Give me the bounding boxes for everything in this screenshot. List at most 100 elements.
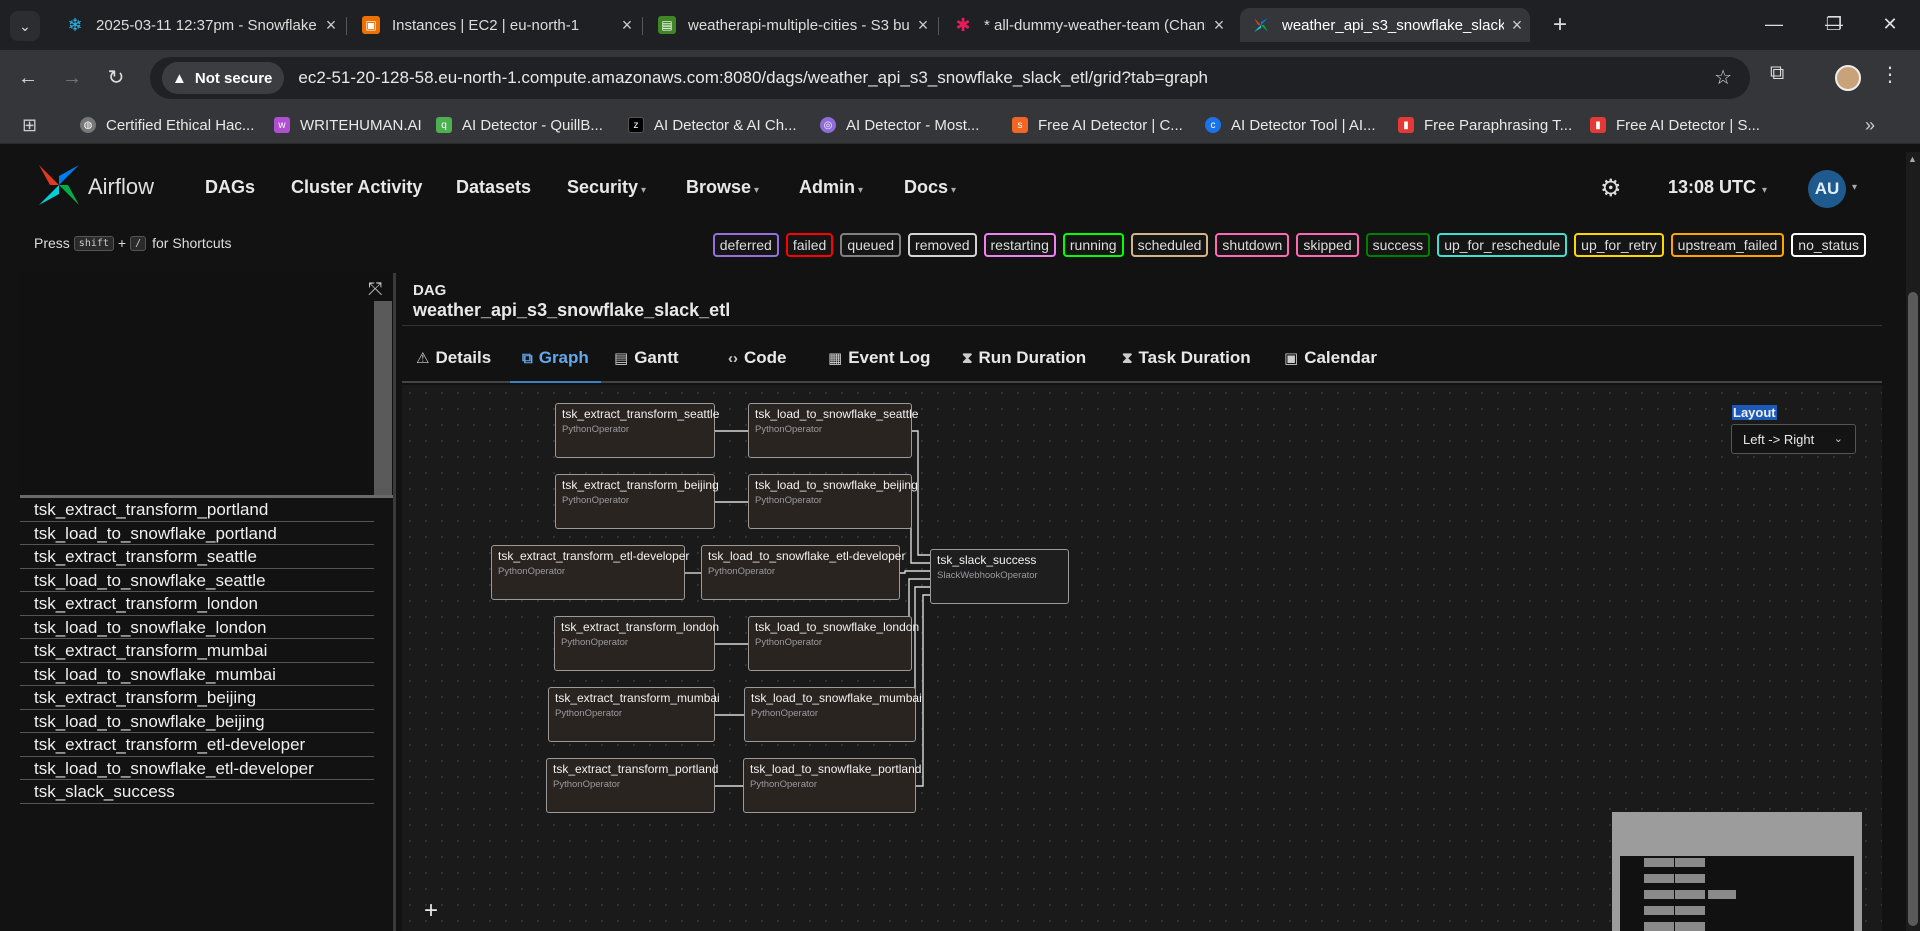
task-row[interactable]: tsk_load_to_snowflake_mumbai <box>20 663 374 686</box>
browser-tab-snowflake[interactable]: ❄ 2025-03-11 12:37pm - Snowflake × <box>54 8 344 42</box>
state-badge-failed[interactable]: failed <box>785 233 834 257</box>
task-row[interactable]: tsk_load_to_snowflake_seattle <box>20 569 374 592</box>
dag-node[interactable]: tsk_extract_transform_mumbai PythonOperat… <box>548 687 720 742</box>
zoom-in-button[interactable]: + <box>424 897 438 925</box>
tab-task-duration[interactable]: ⧗ Task Duration <box>1110 335 1263 381</box>
dag-node[interactable]: tsk_extract_transform_seattle PythonOpera… <box>555 403 719 458</box>
browser-tab-ec2[interactable]: ▣ Instances | EC2 | eu-north-1 × <box>350 8 640 42</box>
state-badge-queued[interactable]: queued <box>840 233 902 257</box>
nav-admin[interactable]: Admin ▾ <box>799 177 863 198</box>
gear-icon[interactable]: ⚙ <box>1600 174 1622 203</box>
bookmark-item[interactable]: ▮ Free Paraphrasing T... <box>1398 114 1572 136</box>
dag-node[interactable]: tsk_extract_transform_portland PythonOper… <box>546 758 718 813</box>
nav-cluster-activity[interactable]: Cluster Activity <box>291 177 422 198</box>
close-icon[interactable]: × <box>1206 15 1232 36</box>
bookmark-item[interactable]: s Free AI Detector | C... <box>1012 114 1183 136</box>
site-info-button[interactable]: ▲ Not secure <box>162 62 285 94</box>
task-row[interactable]: tsk_extract_transform_portland <box>20 498 374 522</box>
state-badge-deferred[interactable]: deferred <box>712 233 779 257</box>
kebab-menu-icon[interactable]: ⋮ <box>1880 62 1900 87</box>
nav-security[interactable]: Security ▾ <box>567 177 646 198</box>
window-restore-button[interactable]: ❐ <box>1814 8 1854 40</box>
grid-area[interactable] <box>20 273 394 495</box>
state-badge-skipped[interactable]: skipped <box>1296 233 1359 257</box>
state-badge-success[interactable]: success <box>1365 233 1431 257</box>
bookmark-item[interactable]: z AI Detector & AI Ch... <box>628 114 797 136</box>
bookmark-item[interactable]: w WRITEHUMAN.AI <box>274 114 422 136</box>
state-badge-removed[interactable]: removed <box>908 233 977 257</box>
state-badge-up-for-reschedule[interactable]: up_for_reschedule <box>1437 233 1568 257</box>
browser-tab-airflow[interactable]: weather_api_s3_snowflake_slack_etl × <box>1240 8 1530 42</box>
bookmark-star-icon[interactable]: ☆ <box>1714 65 1732 90</box>
more-bookmarks-icon[interactable]: » <box>1865 114 1875 136</box>
nav-dags[interactable]: DAGs <box>205 177 255 198</box>
collapse-icon[interactable]: ⤧ <box>368 279 382 300</box>
window-minimize-button[interactable]: — <box>1754 8 1794 40</box>
apps-grid-icon[interactable]: ⊞ <box>22 114 37 136</box>
dag-node[interactable]: tsk_extract_transform_beijing PythonOpera… <box>555 474 719 529</box>
close-icon[interactable]: × <box>1504 15 1530 36</box>
dag-node[interactable]: tsk_extract_transform_london PythonOperat… <box>554 616 719 671</box>
airflow-logo[interactable] <box>36 162 82 208</box>
bookmark-item[interactable]: c AI Detector Tool | AI... <box>1205 114 1376 136</box>
page-scrollbar[interactable]: ▲ <box>1906 152 1920 931</box>
tab-calendar[interactable]: ▣ Calendar <box>1272 335 1389 381</box>
layout-select[interactable]: Left -> Right ⌄ <box>1731 424 1856 454</box>
task-row[interactable]: tsk_extract_transform_beijing <box>20 686 374 710</box>
scroll-up-icon[interactable]: ▲ <box>1908 154 1917 164</box>
user-avatar[interactable]: AU <box>1808 170 1846 208</box>
dag-node[interactable]: tsk_load_to_snowflake_portland PythonOper… <box>743 758 921 813</box>
tab-run-duration[interactable]: ⧗ Run Duration <box>950 335 1098 381</box>
close-icon[interactable]: × <box>318 15 344 36</box>
state-badge-scheduled[interactable]: scheduled <box>1130 233 1209 257</box>
state-badge-restarting[interactable]: restarting <box>983 233 1056 257</box>
bookmark-item[interactable]: ◎ AI Detector - Most... <box>820 114 979 136</box>
timezone-clock[interactable]: 13:08 UTC ▾ <box>1668 177 1767 198</box>
close-icon[interactable]: × <box>614 15 640 36</box>
tab-details[interactable]: ⚠ Details <box>404 335 503 381</box>
new-tab-button[interactable]: + <box>1545 10 1575 40</box>
scrollbar-thumb[interactable] <box>1908 292 1918 926</box>
task-row[interactable]: tsk_extract_transform_seattle <box>20 545 374 569</box>
profile-avatar[interactable] <box>1835 65 1861 91</box>
tab-search-button[interactable]: ⌄ <box>10 11 40 41</box>
reload-button[interactable]: ↻ <box>100 62 132 94</box>
task-row[interactable]: tsk_load_to_snowflake_etl-developer <box>20 757 374 780</box>
nav-datasets[interactable]: Datasets <box>456 177 531 198</box>
state-badge-no-status[interactable]: no_status <box>1791 233 1866 257</box>
bookmark-item[interactable]: ◍ Certified Ethical Hac... <box>80 114 254 136</box>
task-row[interactable]: tsk_extract_transform_mumbai <box>20 639 374 663</box>
state-badge-shutdown[interactable]: shutdown <box>1215 233 1290 257</box>
caret-down-icon[interactable]: ▾ <box>1852 182 1857 193</box>
state-badge-running[interactable]: running <box>1062 233 1124 257</box>
bookmark-item[interactable]: ▮ Free AI Detector | S... <box>1590 114 1760 136</box>
dag-node[interactable]: tsk_load_to_snowflake_etl-developer Pytho… <box>701 545 905 600</box>
state-badge-up-for-retry[interactable]: up_for_retry <box>1574 233 1664 257</box>
dag-node[interactable]: tsk_load_to_snowflake_seattle PythonOpera… <box>748 403 918 458</box>
browser-tab-s3[interactable]: ▤ weatherapi-multiple-cities - S3 bucket… <box>646 8 936 42</box>
browser-tab-slack[interactable]: ✱ * all-dummy-weather-team (Channel) × <box>942 8 1232 42</box>
task-row[interactable]: tsk_extract_transform_london <box>20 592 374 616</box>
graph-minimap[interactable] <box>1612 812 1862 931</box>
task-row[interactable]: tsk_extract_transform_etl-developer <box>20 733 374 757</box>
dag-node[interactable]: tsk_load_to_snowflake_mumbai PythonOperat… <box>744 687 922 742</box>
task-row[interactable]: tsk_load_to_snowflake_london <box>20 616 374 639</box>
window-close-button[interactable]: ✕ <box>1870 8 1910 40</box>
nav-browse[interactable]: Browse ▾ <box>686 177 759 198</box>
address-bar[interactable]: ▲ Not secure ec2-51-20-128-58.eu-north-1… <box>150 57 1750 99</box>
dag-node[interactable]: tsk_slack_success SlackWebhookOperator <box>930 549 1069 604</box>
task-row[interactable]: tsk_load_to_snowflake_beijing <box>20 710 374 733</box>
tab-code[interactable]: ‹› Code <box>716 335 799 381</box>
dag-graph-canvas[interactable]: tsk_extract_transform_seattle PythonOpera… <box>402 385 1882 931</box>
grid-scrollbar[interactable] <box>374 301 392 495</box>
extensions-icon[interactable]: ⧉ <box>1770 62 1784 85</box>
task-row[interactable]: tsk_load_to_snowflake_portland <box>20 522 374 545</box>
dag-node[interactable]: tsk_load_to_snowflake_london PythonOperat… <box>748 616 919 671</box>
forward-button[interactable]: → <box>56 62 88 94</box>
task-row[interactable]: tsk_slack_success <box>20 780 374 804</box>
nav-docs[interactable]: Docs ▾ <box>904 177 956 198</box>
airflow-brand[interactable]: Airflow <box>88 174 154 200</box>
close-icon[interactable]: × <box>910 15 936 36</box>
resize-handle[interactable] <box>393 273 396 931</box>
back-button[interactable]: ← <box>12 62 44 94</box>
